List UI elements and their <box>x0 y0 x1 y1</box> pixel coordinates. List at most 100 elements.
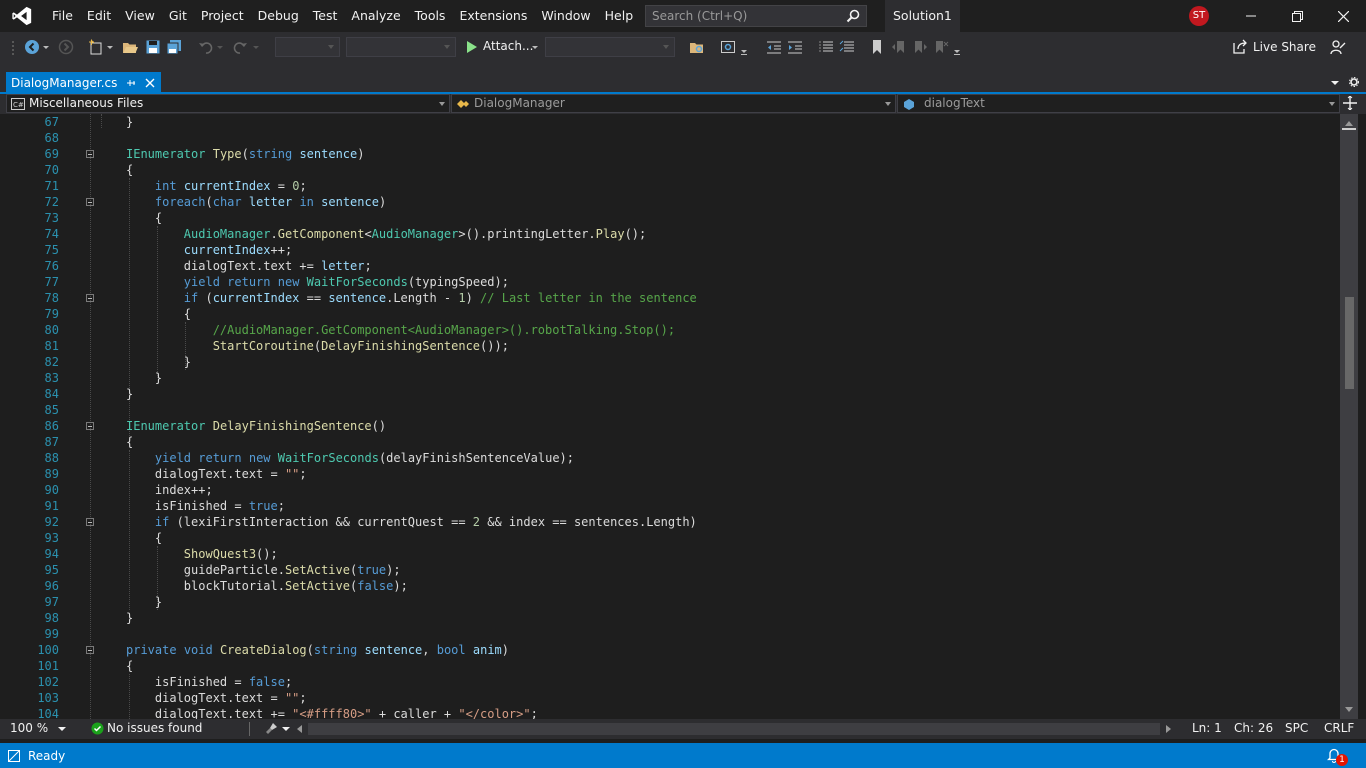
horizontal-scrollbar[interactable] <box>308 723 1160 735</box>
project-dropdown[interactable]: C# Miscellaneous Files <box>6 94 450 113</box>
code-line[interactable]: 95 guideParticle.SetActive(true); <box>0 562 1340 578</box>
code-line[interactable]: 79 { <box>0 306 1340 322</box>
comment-lines-icon[interactable] <box>818 39 834 55</box>
solution-configuration-dropdown[interactable] <box>275 37 340 57</box>
code-line[interactable]: 102 isFinished = false; <box>0 674 1340 690</box>
redo-dropdown-icon[interactable] <box>252 39 260 55</box>
user-avatar[interactable]: ST <box>1189 6 1209 26</box>
code-line[interactable]: 82 } <box>0 354 1340 370</box>
scroll-left-arrow-icon[interactable] <box>296 725 304 733</box>
menu-debug[interactable]: Debug <box>251 0 306 32</box>
code-line[interactable]: 80 //AudioManager.GetComponent<AudioMana… <box>0 322 1340 338</box>
collapse-region-icon[interactable] <box>86 518 94 526</box>
code-line[interactable]: 68 <box>0 130 1340 146</box>
collapse-region-icon[interactable] <box>86 646 94 654</box>
code-line[interactable]: 101 { <box>0 658 1340 674</box>
new-project-dropdown-icon[interactable] <box>106 39 114 55</box>
scroll-right-arrow-icon[interactable] <box>1164 725 1172 733</box>
code-line[interactable]: 93 { <box>0 530 1340 546</box>
issues-indicator[interactable]: No issues found <box>107 721 202 735</box>
output-window-icon[interactable] <box>8 750 20 762</box>
menu-edit[interactable]: Edit <box>80 0 118 32</box>
zoom-level[interactable]: 100 % <box>10 721 48 735</box>
vertical-scrollbar[interactable] <box>1340 114 1358 719</box>
restore-button[interactable] <box>1274 0 1320 32</box>
uncomment-lines-icon[interactable] <box>839 39 855 55</box>
code-line[interactable]: 73 { <box>0 210 1340 226</box>
startup-item-dropdown[interactable] <box>545 37 675 57</box>
whitespace-indicator[interactable]: SPC <box>1285 721 1308 735</box>
menu-file[interactable]: File <box>45 0 80 32</box>
menu-tools[interactable]: Tools <box>408 0 453 32</box>
code-line[interactable]: 71 int currentIndex = 0; <box>0 178 1340 194</box>
tab-list-dropdown-icon[interactable] <box>1330 79 1340 87</box>
line-ending-indicator[interactable]: CRLF <box>1324 721 1354 735</box>
next-bookmark-icon[interactable] <box>912 39 928 55</box>
collapse-region-icon[interactable] <box>86 150 94 158</box>
attach-dropdown-icon[interactable] <box>531 39 539 55</box>
code-line[interactable]: 67} <box>0 114 1340 130</box>
code-line[interactable]: 88 yield return new WaitForSeconds(delay… <box>0 450 1340 466</box>
code-line[interactable]: 84} <box>0 386 1340 402</box>
close-button[interactable] <box>1320 0 1366 32</box>
code-line[interactable]: 69 IEnumerator Type(string sentence) <box>0 146 1340 162</box>
zoom-dropdown-icon[interactable] <box>58 726 66 732</box>
navigate-back-dropdown-icon[interactable] <box>42 39 50 55</box>
code-line[interactable]: 74 AudioManager.GetComponent<AudioManage… <box>0 226 1340 242</box>
collapse-region-icon[interactable] <box>86 294 94 302</box>
code-line[interactable]: 90 index++; <box>0 482 1340 498</box>
line-number-indicator[interactable]: Ln: 1 <box>1192 721 1222 735</box>
toolbar-options-icon[interactable] <box>740 39 748 55</box>
navigate-back-icon[interactable] <box>24 39 40 55</box>
code-line[interactable]: 97 } <box>0 594 1340 610</box>
code-line[interactable]: 81 StartCoroutine(DelayFinishingSentence… <box>0 338 1340 354</box>
save-all-icon[interactable] <box>166 39 182 55</box>
menu-window[interactable]: Window <box>534 0 597 32</box>
code-line[interactable]: 83 } <box>0 370 1340 386</box>
indent-icon[interactable] <box>787 39 803 55</box>
code-line[interactable]: 104 dialogText.text += "<#ffff80>" + cal… <box>0 706 1340 719</box>
redo-icon[interactable] <box>232 39 248 55</box>
search-input[interactable]: Search (Ctrl+Q) <box>645 5 867 27</box>
menu-analyze[interactable]: Analyze <box>344 0 407 32</box>
minimize-button[interactable] <box>1228 0 1274 32</box>
tab-dialogmanager-cs[interactable]: DialogManager.cs <box>6 72 162 93</box>
save-icon[interactable] <box>145 39 161 55</box>
collapse-region-icon[interactable] <box>86 422 94 430</box>
previous-bookmark-icon[interactable] <box>891 39 907 55</box>
pin-tab-icon[interactable] <box>127 78 137 88</box>
code-line[interactable]: 103 dialogText.text = ""; <box>0 690 1340 706</box>
column-indicator[interactable]: Ch: 26 <box>1234 721 1273 735</box>
live-share-button[interactable]: Live Share <box>1253 40 1316 54</box>
menu-view[interactable]: View <box>118 0 162 32</box>
feedback-icon[interactable] <box>1330 39 1346 55</box>
close-tab-icon[interactable] <box>145 78 155 88</box>
code-line[interactable]: 70 { <box>0 162 1340 178</box>
code-line[interactable]: 91 isFinished = true; <box>0 498 1340 514</box>
clear-bookmarks-icon[interactable] <box>933 39 949 55</box>
code-line[interactable]: 72 foreach(char letter in sentence) <box>0 194 1340 210</box>
bookmark-icon[interactable] <box>869 39 885 55</box>
code-line[interactable]: 76 dialogText.text += letter; <box>0 258 1340 274</box>
vertical-scroll-thumb[interactable] <box>1345 297 1354 389</box>
code-line[interactable]: 96 blockTutorial.SetActive(false); <box>0 578 1340 594</box>
code-cleanup-dropdown-icon[interactable] <box>282 726 290 732</box>
menu-help[interactable]: Help <box>598 0 641 32</box>
menu-test[interactable]: Test <box>306 0 345 32</box>
outdent-icon[interactable] <box>766 39 782 55</box>
code-editor[interactable]: 67} 68 69 IEnumerator Type(string sentence)… <box>0 114 1340 719</box>
code-line[interactable]: 100 private void CreateDialog(string sent… <box>0 642 1340 658</box>
menu-project[interactable]: Project <box>194 0 251 32</box>
code-line[interactable]: 98} <box>0 610 1340 626</box>
find-in-files-icon[interactable] <box>689 39 705 55</box>
menu-extensions[interactable]: Extensions <box>452 0 534 32</box>
code-line[interactable]: 75 currentIndex++; <box>0 242 1340 258</box>
undo-icon[interactable] <box>198 39 214 55</box>
scroll-up-arrow-icon[interactable] <box>1345 120 1353 126</box>
code-line[interactable]: 77 yield return new WaitForSeconds(typin… <box>0 274 1340 290</box>
member-dropdown[interactable]: dialogText <box>897 94 1340 113</box>
code-line[interactable]: 86 IEnumerator DelayFinishingSentence() <box>0 418 1340 434</box>
menu-git[interactable]: Git <box>162 0 194 32</box>
code-cleanup-brush-icon[interactable] <box>265 722 278 735</box>
code-line[interactable]: 94 ShowQuest3(); <box>0 546 1340 562</box>
